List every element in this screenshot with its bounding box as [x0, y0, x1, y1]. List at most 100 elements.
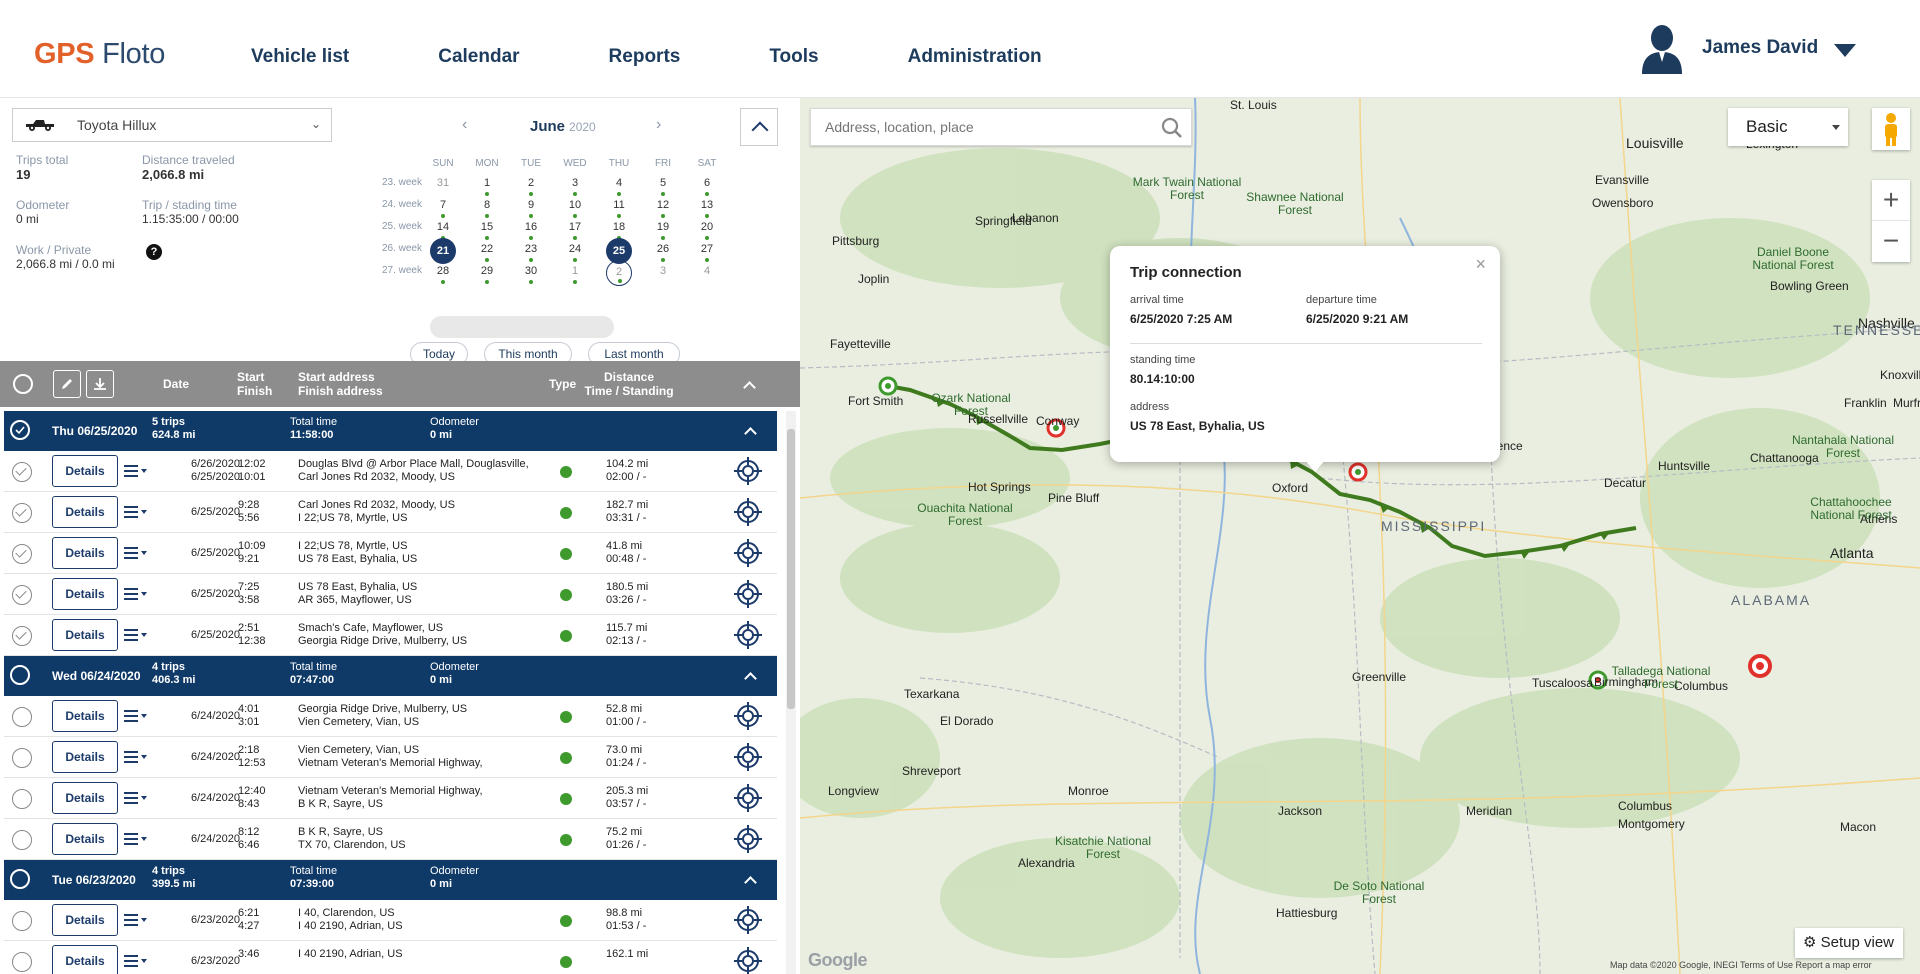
row-checkbox[interactable]: [12, 789, 32, 809]
row-checkbox[interactable]: [12, 544, 32, 564]
row-checkbox[interactable]: [12, 830, 32, 850]
edit-button[interactable]: [53, 370, 81, 398]
row-menu-button[interactable]: [124, 831, 148, 849]
details-button[interactable]: Details: [52, 578, 118, 610]
close-icon[interactable]: ×: [1475, 254, 1486, 275]
row-menu-button[interactable]: [124, 586, 148, 604]
details-button[interactable]: Details: [52, 700, 118, 732]
row-menu-button[interactable]: [124, 749, 148, 767]
row-checkbox[interactable]: [12, 626, 32, 646]
row-menu-button[interactable]: [124, 912, 148, 930]
row-menu-button[interactable]: [124, 953, 148, 971]
table-row[interactable]: Details 6/24/2020 12:40 8:43 Vietnam Vete…: [4, 778, 777, 819]
locate-target-icon[interactable]: [734, 825, 762, 853]
chevron-up-icon[interactable]: [744, 427, 757, 440]
details-button[interactable]: Details: [52, 455, 118, 487]
details-button[interactable]: Details: [52, 904, 118, 936]
row-checkbox[interactable]: [12, 503, 32, 523]
row-menu-button[interactable]: [124, 545, 148, 563]
row-checkbox[interactable]: [12, 748, 32, 768]
table-row[interactable]: Details 6/24/2020 4:01 3:01 Georgia Ridge…: [4, 696, 777, 737]
locate-target-icon[interactable]: [734, 702, 762, 730]
row-checkbox[interactable]: [12, 462, 32, 482]
row-menu-button[interactable]: [124, 790, 148, 808]
row-menu-button[interactable]: [124, 627, 148, 645]
calendar-day[interactable]: 3: [650, 260, 676, 286]
user-name: James David: [1702, 37, 1819, 58]
prev-month-icon[interactable]: ‹: [462, 116, 467, 134]
search-icon[interactable]: [1159, 115, 1185, 141]
table-row[interactable]: Details 6/24/2020 2:18 12:53 Vien Cemeter…: [4, 737, 777, 778]
locate-target-icon[interactable]: [734, 621, 762, 649]
group-checkbox[interactable]: [10, 665, 30, 685]
table-row[interactable]: Details 6/25/2020 10:09 9:21 I 22;US 78, …: [4, 533, 777, 574]
calendar-day[interactable]: 4: [694, 260, 720, 286]
row-menu-button[interactable]: [124, 463, 148, 481]
row-menu-button[interactable]: [124, 504, 148, 522]
table-row[interactable]: Details 6/23/2020 3:46 I 40 2190, Adrian…: [4, 941, 777, 974]
trip-list-scrollbar[interactable]: [786, 411, 796, 974]
table-row[interactable]: Details 6/25/2020 9:28 5:56 Carl Jones Rd…: [4, 492, 777, 533]
collapse-panel-button[interactable]: [740, 108, 778, 146]
details-button[interactable]: Details: [52, 945, 118, 974]
day-group-header[interactable]: Tue 06/23/2020 4 trips 399.5 mi Total tim…: [4, 860, 777, 900]
table-row[interactable]: Details 6/25/2020 2:51 12:38 Smach's Cafe…: [4, 615, 777, 656]
locate-target-icon[interactable]: [734, 457, 762, 485]
details-button[interactable]: Details: [52, 537, 118, 569]
map-view[interactable]: St. LouisLouisvilleLexingtonEvansvilleOw…: [800, 98, 1920, 974]
chevron-down-icon[interactable]: [1834, 43, 1857, 57]
user-menu[interactable]: James David: [1640, 22, 1857, 74]
day-group-header[interactable]: Wed 06/24/2020 4 trips 406.3 mi Total tim…: [4, 656, 777, 696]
nav-tools[interactable]: Tools: [769, 46, 818, 68]
row-menu-button[interactable]: [124, 708, 148, 726]
pegman-button[interactable]: [1872, 108, 1910, 150]
locate-target-icon[interactable]: [734, 906, 762, 934]
details-button[interactable]: Details: [52, 496, 118, 528]
nav-calendar[interactable]: Calendar: [438, 46, 519, 68]
chevron-up-icon[interactable]: [743, 381, 756, 394]
locate-target-icon[interactable]: [734, 580, 762, 608]
gps-floto-logo[interactable]: GPS Floto: [34, 38, 165, 71]
table-row[interactable]: Details 6/25/2020 7:25 3:58 US 78 East, B…: [4, 574, 777, 615]
details-button[interactable]: Details: [52, 782, 118, 814]
help-icon[interactable]: ?: [146, 244, 162, 260]
locate-target-icon[interactable]: [734, 947, 762, 974]
zoom-out-button[interactable]: −: [1872, 221, 1910, 262]
chevron-up-icon[interactable]: [744, 876, 757, 889]
nav-vehicle-list[interactable]: Vehicle list: [251, 46, 349, 68]
zoom-in-button[interactable]: +: [1872, 180, 1910, 221]
locate-target-icon[interactable]: [734, 784, 762, 812]
details-button[interactable]: Details: [52, 619, 118, 651]
chevron-up-icon[interactable]: [744, 672, 757, 685]
table-row[interactable]: Details 6/23/2020 6:21 4:27 I 40, Clarend…: [4, 900, 777, 941]
row-checkbox[interactable]: [12, 911, 32, 931]
setup-view-button[interactable]: ⚙ Setup view: [1795, 928, 1903, 958]
nav-administration[interactable]: Administration: [908, 46, 1042, 68]
scrollbar-thumb[interactable]: [787, 429, 795, 709]
row-checkbox[interactable]: [12, 707, 32, 727]
row-checkbox[interactable]: [12, 952, 32, 972]
group-checkbox[interactable]: [10, 420, 30, 440]
details-button[interactable]: Details: [52, 741, 118, 773]
vehicle-select[interactable]: Toyota Hillux ⌄: [12, 108, 332, 142]
locate-target-icon[interactable]: [734, 539, 762, 567]
map-type-select[interactable]: Basic: [1728, 108, 1848, 146]
day-group-header[interactable]: Thu 06/25/2020 5 trips 624.8 mi Total tim…: [4, 411, 777, 451]
locate-target-icon[interactable]: [734, 498, 762, 526]
details-button[interactable]: Details: [52, 823, 118, 855]
group-checkbox[interactable]: [10, 869, 30, 889]
table-row[interactable]: Details 6/26/2020 6/25/2020 12:02 10:01 Do…: [4, 451, 777, 492]
calendar-day[interactable]: 30: [518, 260, 544, 286]
calendar-day[interactable]: 2: [606, 260, 632, 286]
calendar-day[interactable]: 28: [430, 260, 456, 286]
table-row[interactable]: Details 6/24/2020 8:12 6:46 B K R, Sayre,…: [4, 819, 777, 860]
download-button[interactable]: [86, 370, 114, 398]
calendar-day[interactable]: 1: [562, 260, 588, 286]
calendar-day[interactable]: 29: [474, 260, 500, 286]
locate-target-icon[interactable]: [734, 743, 762, 771]
map-search-input[interactable]: [811, 109, 1151, 145]
row-checkbox[interactable]: [12, 585, 32, 605]
nav-reports[interactable]: Reports: [609, 46, 681, 68]
select-all-checkbox[interactable]: [13, 374, 33, 394]
next-month-icon[interactable]: ›: [656, 116, 661, 134]
